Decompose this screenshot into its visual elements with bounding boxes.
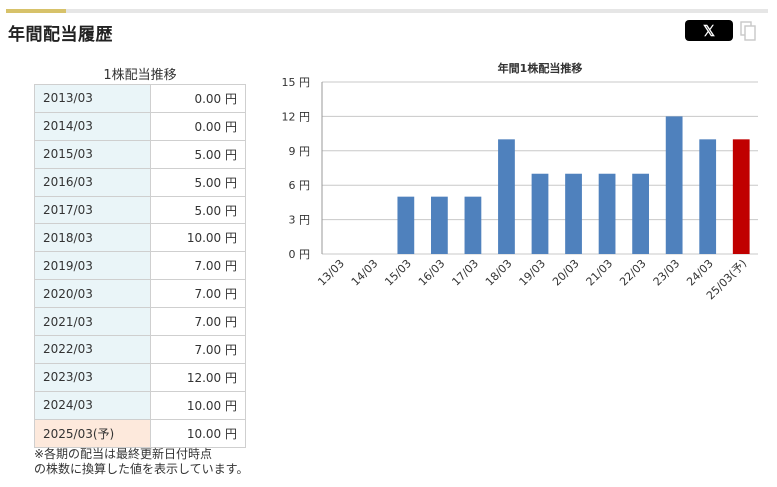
bar bbox=[397, 196, 415, 254]
note-line-1: ※各期の配当は最終更新日付時点 bbox=[34, 447, 213, 461]
row-year: 2022/03 bbox=[34, 335, 151, 364]
dividend-bar-chart: 年間1株配当推移 0 円 3 円 6 円 9 円 12 円 15 円 13/03 14/03 15… bbox=[282, 61, 758, 302]
row-year: 2018/03 bbox=[34, 223, 151, 253]
row-year: 2015/03 bbox=[34, 139, 151, 169]
x-logo-icon: 𝕏 bbox=[702, 22, 716, 40]
note-line-2: の株数に換算した値を表示しています。 bbox=[34, 462, 249, 476]
y-tick-label: 15 円 bbox=[282, 76, 311, 89]
bar bbox=[699, 139, 717, 254]
table-row: 2017/03 5.00 円 bbox=[34, 195, 246, 225]
y-tick-label: 3 円 bbox=[289, 214, 311, 227]
top-rule-accent bbox=[6, 9, 66, 13]
row-amount: 7.00 円 bbox=[150, 251, 246, 281]
row-amount: 12.00 円 bbox=[150, 362, 246, 392]
x-tick-label: 20/03 bbox=[550, 257, 582, 289]
chart-title: 年間1株配当推移 bbox=[498, 61, 583, 75]
x-tick-label: 21/03 bbox=[584, 257, 616, 289]
row-amount: 0.00 円 bbox=[150, 84, 246, 113]
row-year: 2014/03 bbox=[34, 111, 151, 141]
x-tick-label: 19/03 bbox=[517, 257, 549, 289]
x-tick-label: 17/03 bbox=[449, 257, 481, 289]
row-amount: 10.00 円 bbox=[150, 223, 246, 253]
copy-icon[interactable] bbox=[740, 21, 756, 41]
table-row: 2020/03 7.00 円 bbox=[34, 279, 246, 309]
bar bbox=[498, 139, 515, 254]
bar bbox=[464, 196, 482, 254]
table-row: 2025/03(予) 10.00 円 bbox=[34, 418, 246, 448]
x-share-button[interactable]: 𝕏 bbox=[685, 20, 733, 41]
bar bbox=[732, 139, 750, 254]
bar bbox=[665, 116, 683, 255]
y-tick-label: 6 円 bbox=[289, 179, 311, 192]
row-year: 2016/03 bbox=[34, 167, 151, 197]
table-note: ※各期の配当は最終更新日付時点 の株数に換算した値を表示しています。 bbox=[34, 447, 248, 477]
y-tick-label: 12 円 bbox=[282, 110, 311, 123]
bar bbox=[431, 196, 448, 254]
table-row: 2015/03 5.00 円 bbox=[34, 139, 246, 169]
row-year: 2019/03 bbox=[34, 251, 151, 281]
table-row: 2014/03 0.00 円 bbox=[34, 111, 246, 141]
row-amount: 0.00 円 bbox=[150, 111, 246, 141]
table-row: 2019/03 7.00 円 bbox=[34, 251, 246, 281]
section-top-rule bbox=[6, 9, 768, 13]
bar bbox=[598, 173, 616, 254]
bar bbox=[632, 173, 649, 254]
row-year: 2023/03 bbox=[34, 362, 151, 392]
bar bbox=[531, 173, 549, 254]
x-tick-label: 13/03 bbox=[315, 257, 347, 289]
row-year: 2013/03 bbox=[34, 84, 151, 113]
x-tick-label: 14/03 bbox=[349, 257, 381, 289]
row-amount: 5.00 円 bbox=[150, 195, 246, 225]
row-year: 2024/03 bbox=[34, 390, 151, 420]
row-amount: 5.00 円 bbox=[150, 167, 246, 197]
table-row: 2023/03 12.00 円 bbox=[34, 362, 246, 392]
row-amount: 5.00 円 bbox=[150, 139, 246, 169]
table-row: 2013/03 0.00 円 bbox=[34, 84, 246, 113]
row-amount: 10.00 円 bbox=[150, 390, 246, 420]
x-tick-label: 24/03 bbox=[684, 257, 716, 289]
row-amount: 10.00 円 bbox=[150, 418, 246, 448]
table-row: 2021/03 7.00 円 bbox=[34, 307, 246, 337]
row-amount: 7.00 円 bbox=[150, 307, 246, 337]
row-year: 2020/03 bbox=[34, 279, 151, 309]
row-amount: 7.00 円 bbox=[150, 335, 246, 364]
row-year: 2021/03 bbox=[34, 307, 151, 337]
section-title: 年間配当履歴 bbox=[8, 25, 113, 45]
table-row: 2024/03 10.00 円 bbox=[34, 390, 246, 420]
row-year: 2025/03(予) bbox=[34, 418, 151, 448]
row-amount: 7.00 円 bbox=[150, 279, 246, 309]
x-tick-label: 22/03 bbox=[617, 257, 649, 289]
x-tick-label: 23/03 bbox=[651, 257, 683, 289]
bar bbox=[565, 173, 582, 254]
x-tick-label: 18/03 bbox=[483, 257, 515, 289]
y-tick-label: 0 円 bbox=[289, 248, 311, 261]
x-tick-label: 16/03 bbox=[416, 257, 448, 289]
table-caption: 1株配当推移 bbox=[103, 68, 177, 83]
row-year: 2017/03 bbox=[34, 195, 151, 225]
y-tick-label: 9 円 bbox=[289, 145, 311, 158]
table-row: 2018/03 10.00 円 bbox=[34, 223, 246, 253]
dividend-table: 2013/03 0.00 円 2014/03 0.00 円 2015/03 5.00 円2… bbox=[34, 84, 246, 448]
table-row: 2022/03 7.00 円 bbox=[34, 335, 246, 364]
table-row: 2016/03 5.00 円 bbox=[34, 167, 246, 197]
x-tick-label: 15/03 bbox=[382, 257, 414, 289]
